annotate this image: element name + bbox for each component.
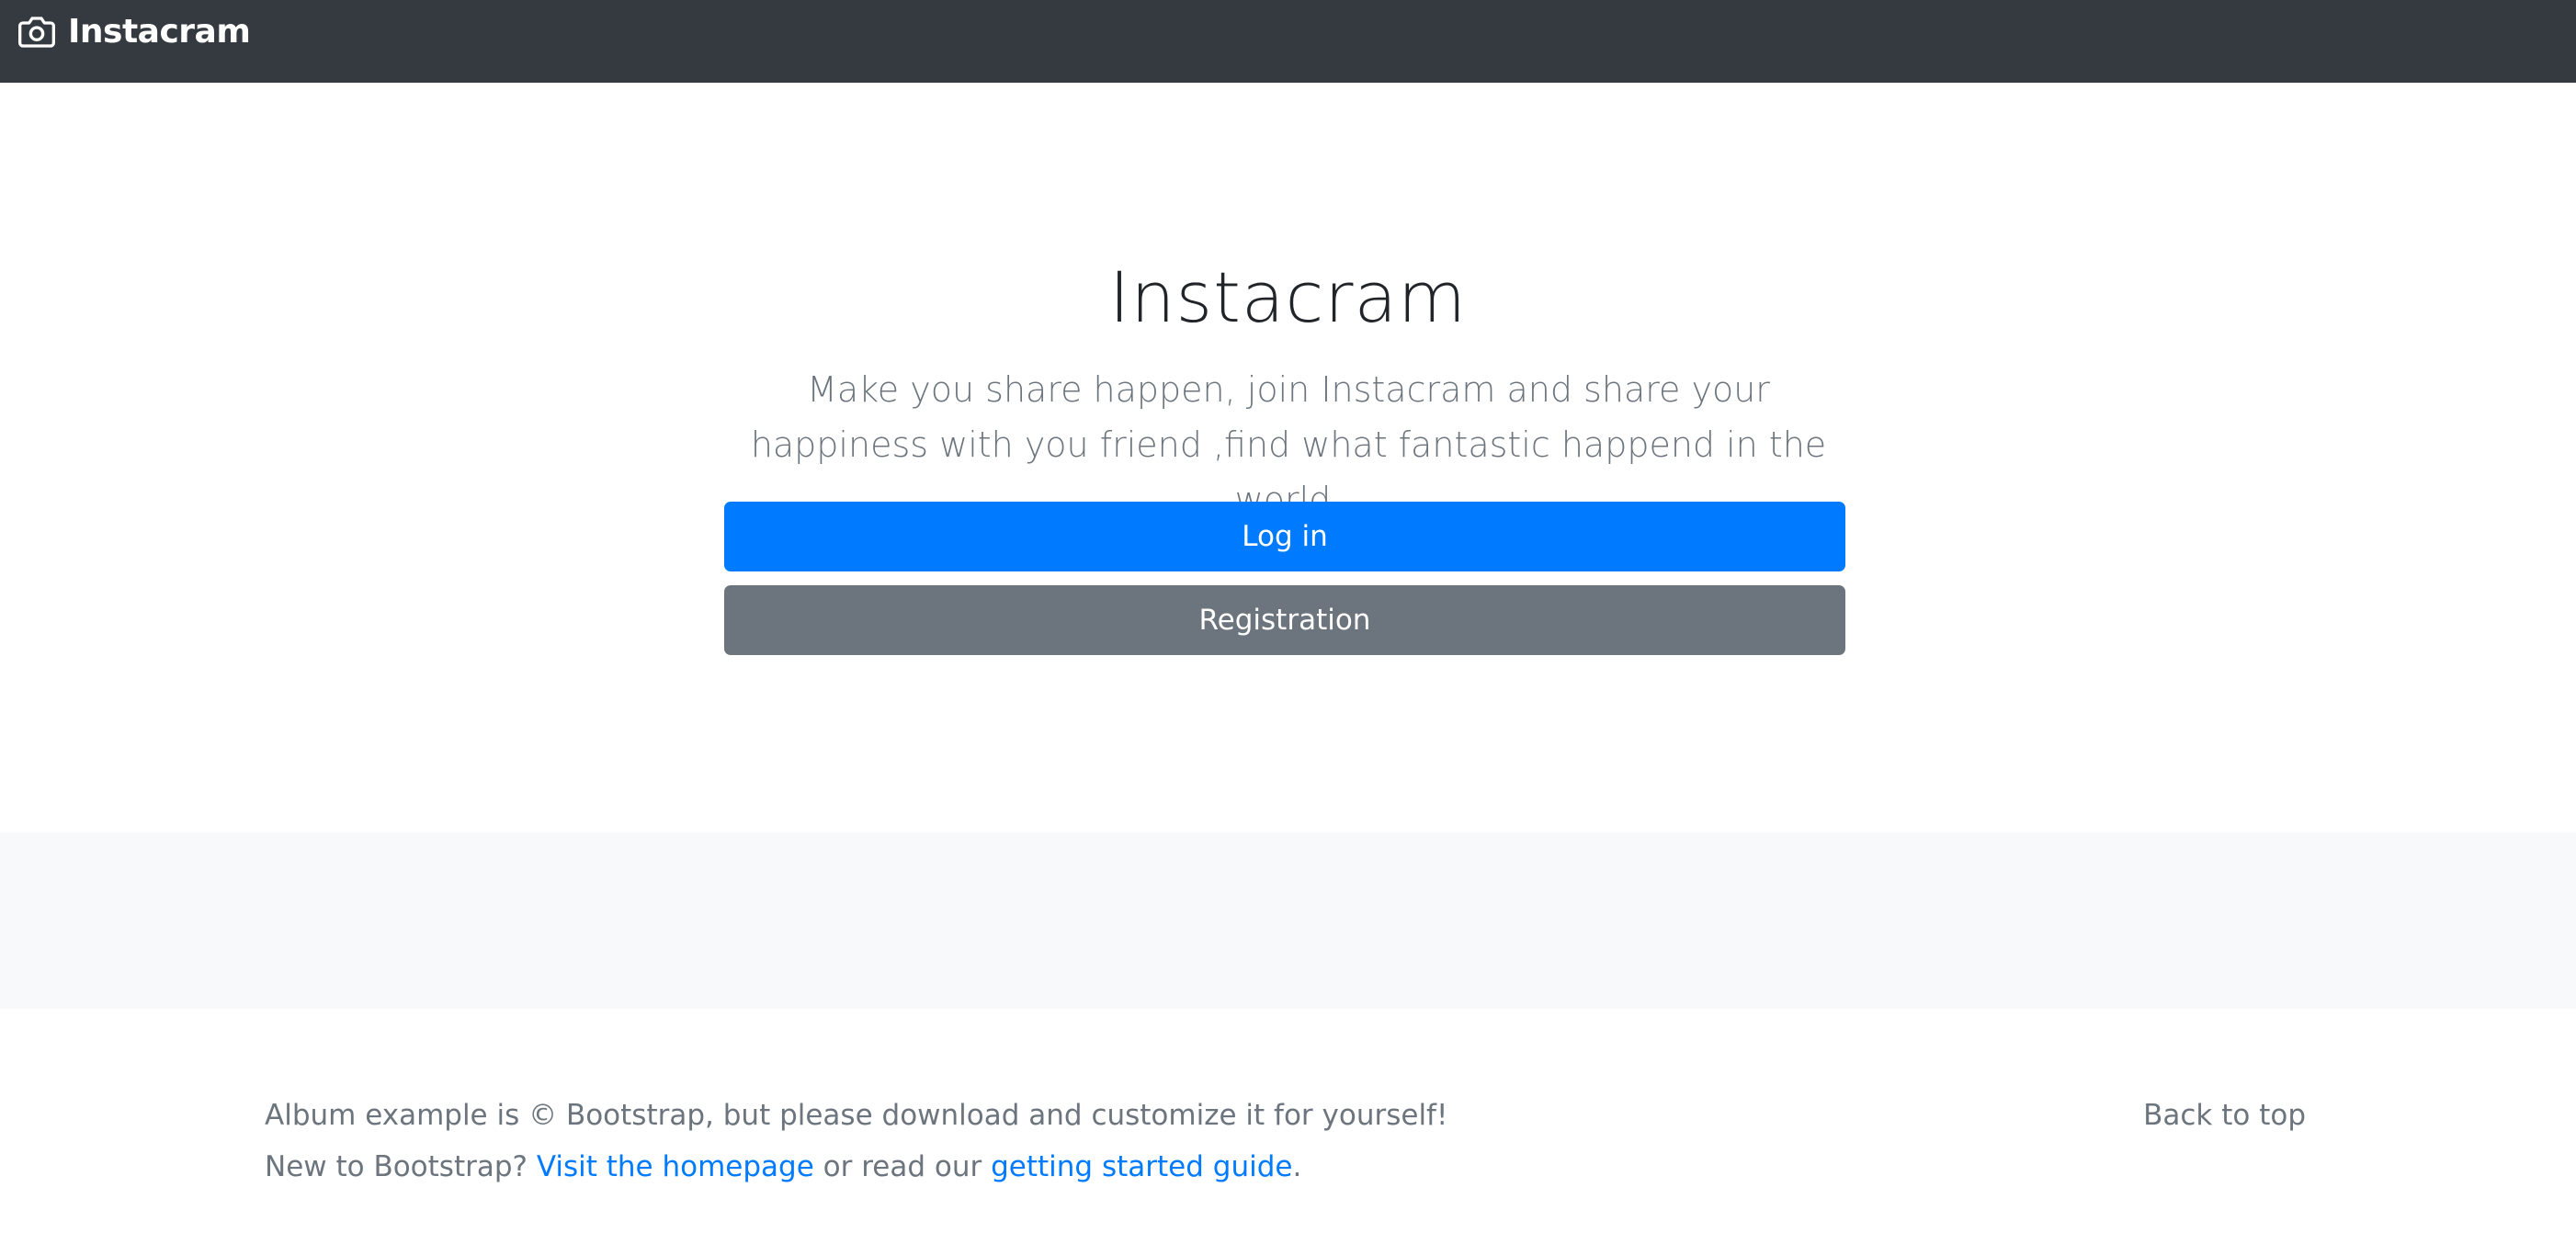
footer-bootstrap-line: New to Bootstrap? Visit the homepage or …: [265, 1150, 1301, 1183]
camera-icon: [18, 14, 55, 51]
homepage-link[interactable]: Visit the homepage: [537, 1150, 814, 1183]
login-button[interactable]: Log in: [724, 502, 1845, 571]
brand-text: Instacram: [68, 13, 251, 51]
hero-section: Instacram Make you share happen, join In…: [0, 83, 2576, 832]
footer: Back to top Album example is © Bootstrap…: [0, 1009, 2576, 1244]
footer-new-to-text: New to Bootstrap?: [265, 1150, 528, 1183]
footer-period: .: [1292, 1150, 1302, 1183]
album-section: [0, 832, 2576, 1009]
navbar: Instacram: [0, 0, 2576, 83]
brand-link[interactable]: Instacram: [18, 13, 251, 51]
back-to-top-link[interactable]: Back to top: [2143, 1099, 2306, 1132]
footer-copyright: Album example is © Bootstrap, but please…: [265, 1099, 1448, 1132]
registration-button[interactable]: Registration: [724, 585, 1845, 655]
getting-started-link[interactable]: getting started guide: [991, 1150, 1292, 1183]
hero-title: Instacram: [1108, 256, 1468, 338]
footer-or-read-text: or read our: [823, 1150, 982, 1183]
